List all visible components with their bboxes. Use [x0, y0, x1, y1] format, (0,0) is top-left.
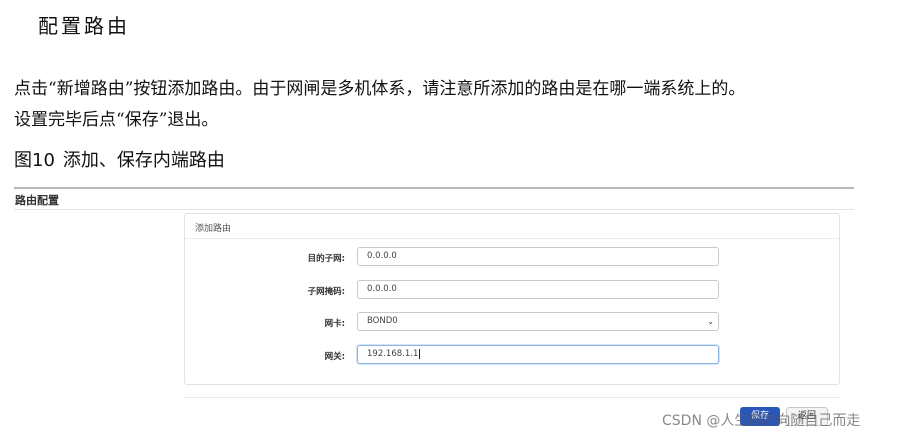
paragraph-line-2: 设置完毕后点“保存”退出。 [14, 110, 219, 130]
gateway-label: 网关: [324, 352, 345, 362]
chevron-down-icon: ⌄ [707, 317, 714, 326]
gateway-input[interactable]: 192.168.1.1 [357, 345, 719, 364]
gateway-input-value: 192.168.1.1 [367, 349, 419, 359]
text-cursor [419, 348, 421, 359]
nic-select-value: BOND0 [367, 316, 398, 326]
csdn-watermark: CSDN @人生的方向随自己而走 [662, 413, 861, 429]
add-route-box-title: 添加路由 [195, 224, 232, 234]
panel-sub-rule [14, 209, 854, 210]
add-route-box-divider [185, 238, 839, 239]
footer-rule [184, 397, 840, 398]
nic-label: 网卡: [324, 319, 345, 329]
subnet-mask-input[interactable]: 0.0.0.0 [357, 280, 719, 299]
figure-title: 添加、保存内端路由 [62, 150, 225, 171]
paragraph-line-1: 点击“新增路由”按钮添加路由。由于网闸是多机体系，请注意所添加的路由是在哪一端系… [14, 79, 746, 99]
body-paragraph: 点击“新增路由”按钮添加路由。由于网闸是多机体系，请注意所添加的路由是在哪一端系… [14, 74, 906, 136]
figure-caption: 图10 添加、保存内端路由 [14, 146, 225, 172]
panel-top-rule [14, 187, 854, 189]
figure-number: 图10 [14, 150, 55, 171]
nic-select[interactable]: BOND0 ⌄ [357, 312, 719, 331]
dest-subnet-label: 目的子网: [307, 254, 345, 264]
dest-subnet-input[interactable]: 0.0.0.0 [357, 247, 719, 266]
section-heading: 配置路由 [38, 14, 130, 38]
subnet-mask-label: 子网掩码: [307, 287, 345, 297]
add-route-box: 添加路由 目的子网: 0.0.0.0 子网掩码: 0.0.0.0 网卡: BON… [184, 213, 840, 385]
panel-title: 路由配置 [15, 194, 59, 207]
